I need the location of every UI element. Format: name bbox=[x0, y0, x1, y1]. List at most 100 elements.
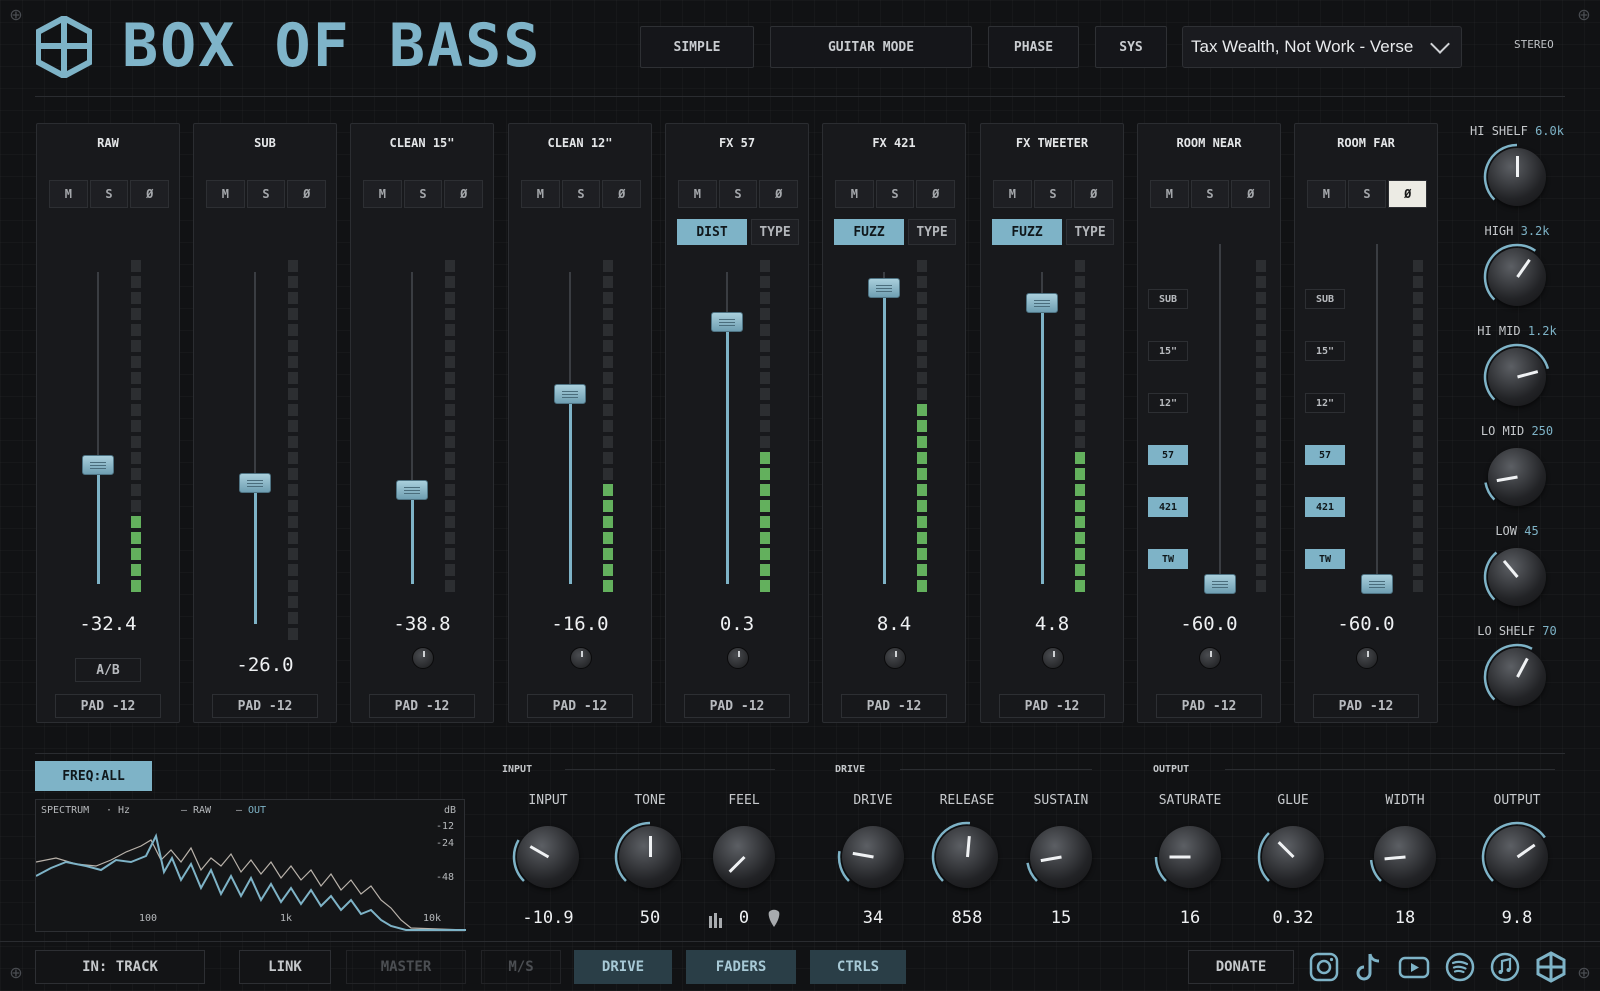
mute-button[interactable]: M bbox=[49, 180, 88, 208]
solo-button[interactable]: S bbox=[875, 180, 915, 208]
control-knob[interactable] bbox=[1026, 826, 1092, 888]
mute-button[interactable]: M bbox=[363, 180, 402, 208]
control-knob[interactable] bbox=[1481, 821, 1548, 888]
solo-button[interactable]: S bbox=[246, 180, 286, 208]
phase-invert-button[interactable]: Ø bbox=[287, 180, 327, 208]
solo-button[interactable]: S bbox=[1190, 180, 1230, 208]
eq-knob[interactable] bbox=[1483, 343, 1550, 406]
pad-button[interactable]: PAD -12 bbox=[684, 694, 790, 718]
ab-button[interactable]: A/B bbox=[75, 658, 141, 682]
eq-knob[interactable] bbox=[1484, 448, 1546, 506]
link-button[interactable]: LINK bbox=[239, 950, 331, 984]
pad-button[interactable]: PAD -12 bbox=[527, 694, 633, 718]
donate-button[interactable]: DONATE bbox=[1188, 950, 1294, 984]
room-source-button[interactable]: 421 bbox=[1148, 497, 1188, 517]
solo-button[interactable]: S bbox=[403, 180, 443, 208]
fader-handle[interactable] bbox=[396, 480, 428, 501]
mute-button[interactable]: M bbox=[1307, 180, 1346, 208]
pad-button[interactable]: PAD -12 bbox=[1156, 694, 1262, 718]
room-source-button[interactable]: TW bbox=[1148, 549, 1188, 569]
fader-handle[interactable] bbox=[1361, 574, 1393, 594]
control-knob[interactable] bbox=[614, 821, 681, 888]
fader-handle[interactable] bbox=[554, 383, 586, 404]
solo-button[interactable]: S bbox=[1347, 180, 1387, 208]
sys-button[interactable]: SYS bbox=[1095, 26, 1167, 68]
phase-invert-button[interactable]: Ø bbox=[1074, 180, 1114, 208]
mute-button[interactable]: M bbox=[678, 180, 717, 208]
box-of-bass-icon[interactable] bbox=[1535, 951, 1567, 983]
ctrls-tab[interactable]: CTRLS bbox=[810, 950, 906, 984]
phase-invert-button[interactable]: Ø bbox=[1231, 180, 1271, 208]
control-knob[interactable] bbox=[1257, 826, 1324, 888]
solo-button[interactable]: S bbox=[561, 180, 601, 208]
fader-handle[interactable] bbox=[1204, 574, 1236, 594]
fader-handle[interactable] bbox=[868, 277, 900, 298]
fx-type-button[interactable]: TYPE bbox=[1066, 219, 1114, 245]
eq-knob[interactable] bbox=[1483, 643, 1546, 706]
phase-invert-button[interactable]: Ø bbox=[130, 180, 170, 208]
spotify-icon[interactable] bbox=[1444, 951, 1476, 983]
fader-handle[interactable] bbox=[82, 455, 114, 476]
mute-button[interactable]: M bbox=[993, 180, 1032, 208]
pan-knob[interactable] bbox=[1356, 647, 1378, 669]
drive-tab[interactable]: DRIVE bbox=[574, 950, 672, 984]
control-knob[interactable] bbox=[1154, 826, 1221, 888]
mute-button[interactable]: M bbox=[521, 180, 560, 208]
phase-invert-button[interactable]: Ø bbox=[444, 180, 484, 208]
pick-icon[interactable] bbox=[767, 908, 781, 928]
pan-knob[interactable] bbox=[1199, 647, 1221, 669]
guitar-mode-button[interactable]: GUITAR MODE bbox=[770, 26, 972, 68]
room-source-button[interactable]: 15" bbox=[1305, 341, 1345, 361]
pan-knob[interactable] bbox=[884, 647, 906, 669]
eq-knob[interactable] bbox=[1483, 143, 1546, 206]
master-button[interactable]: MASTER bbox=[346, 950, 466, 984]
fader-handle[interactable] bbox=[1026, 293, 1058, 314]
solo-button[interactable]: S bbox=[718, 180, 758, 208]
control-knob[interactable] bbox=[512, 826, 579, 888]
mute-button[interactable]: M bbox=[1150, 180, 1189, 208]
fx-type-button[interactable]: TYPE bbox=[751, 219, 799, 245]
instagram-icon[interactable] bbox=[1308, 951, 1340, 983]
fader-handle[interactable] bbox=[711, 311, 743, 332]
control-knob[interactable] bbox=[713, 826, 775, 888]
fader-handle[interactable] bbox=[239, 473, 271, 494]
pad-button[interactable]: PAD -12 bbox=[999, 694, 1105, 718]
eq-knob[interactable] bbox=[1483, 243, 1546, 306]
solo-button[interactable]: S bbox=[89, 180, 129, 208]
phase-invert-button[interactable]: Ø bbox=[602, 180, 642, 208]
control-knob[interactable] bbox=[931, 821, 998, 888]
pad-button[interactable]: PAD -12 bbox=[1313, 694, 1419, 718]
pad-button[interactable]: PAD -12 bbox=[841, 694, 947, 718]
pad-button[interactable]: PAD -12 bbox=[212, 694, 318, 718]
eq-knob[interactable] bbox=[1483, 548, 1546, 606]
control-knob[interactable] bbox=[837, 826, 904, 888]
room-source-button[interactable]: 12" bbox=[1305, 393, 1345, 413]
faders-tab[interactable]: FADERS bbox=[686, 950, 796, 984]
room-source-button[interactable]: 421 bbox=[1305, 497, 1345, 517]
fx-mode-button[interactable]: FUZZ bbox=[834, 219, 904, 245]
freq-all-button[interactable]: FREQ:ALL bbox=[35, 761, 152, 791]
tiktok-icon[interactable] bbox=[1353, 951, 1385, 983]
simple-button[interactable]: SIMPLE bbox=[640, 26, 754, 68]
room-source-button[interactable]: 57 bbox=[1305, 445, 1345, 465]
room-source-button[interactable]: SUB bbox=[1305, 289, 1345, 309]
control-knob[interactable] bbox=[1369, 826, 1436, 888]
ms-button[interactable]: M/S bbox=[481, 950, 561, 984]
pan-knob[interactable] bbox=[1042, 647, 1064, 669]
pan-knob[interactable] bbox=[727, 647, 749, 669]
apple-music-icon[interactable] bbox=[1489, 951, 1521, 983]
pan-knob[interactable] bbox=[412, 647, 434, 669]
room-source-button[interactable]: 12" bbox=[1148, 393, 1188, 413]
input-track-button[interactable]: IN: TRACK bbox=[35, 950, 205, 984]
phase-invert-button[interactable]: Ø bbox=[759, 180, 799, 208]
fx-mode-button[interactable]: DIST bbox=[677, 219, 747, 245]
phase-button[interactable]: PHASE bbox=[988, 26, 1079, 68]
pad-button[interactable]: PAD -12 bbox=[55, 694, 161, 718]
solo-button[interactable]: S bbox=[1033, 180, 1073, 208]
youtube-icon[interactable] bbox=[1398, 951, 1430, 983]
room-source-button[interactable]: 15" bbox=[1148, 341, 1188, 361]
bars-icon[interactable] bbox=[708, 912, 724, 928]
mute-button[interactable]: M bbox=[206, 180, 245, 208]
room-source-button[interactable]: 57 bbox=[1148, 445, 1188, 465]
phase-invert-button[interactable]: Ø bbox=[1388, 180, 1428, 208]
